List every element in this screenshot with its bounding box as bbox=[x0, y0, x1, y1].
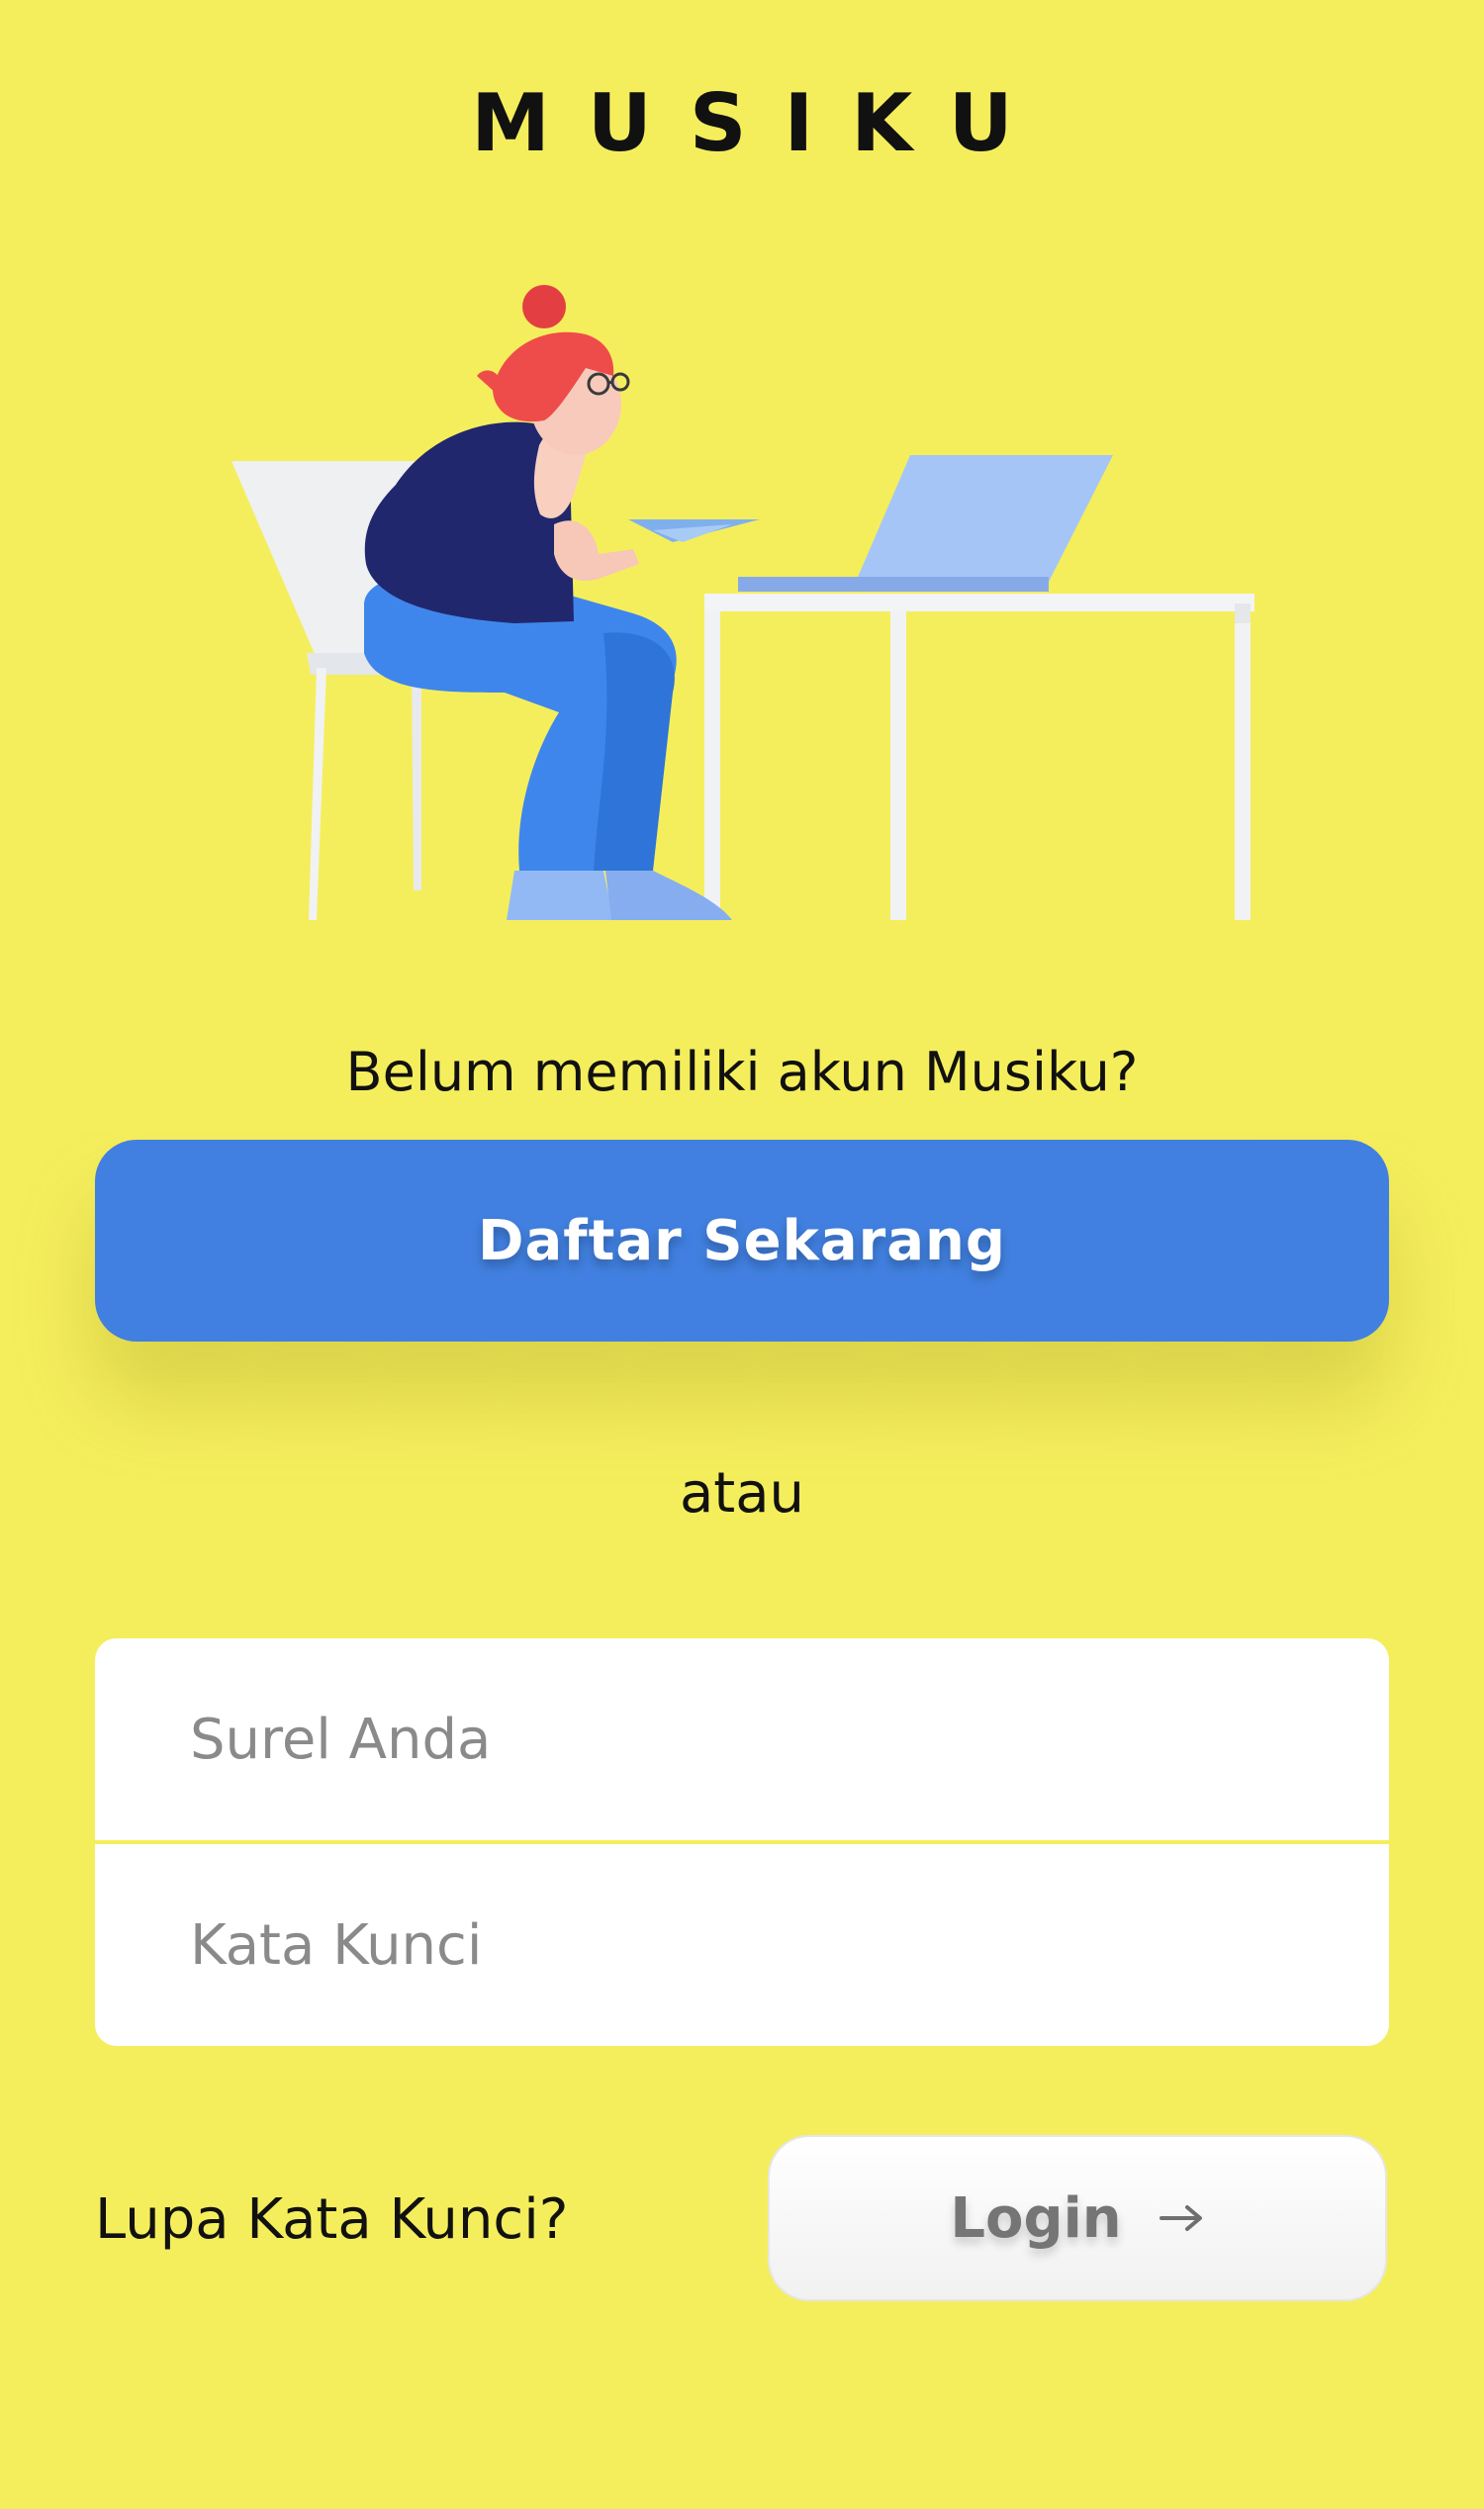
login-button[interactable]: Login bbox=[768, 2135, 1387, 2301]
email-input[interactable] bbox=[95, 1638, 1389, 1840]
woman-at-desk-illustration bbox=[232, 285, 1254, 920]
login-button-label: Login bbox=[950, 2185, 1122, 2251]
arrow-right-icon bbox=[1159, 2205, 1202, 2231]
password-input[interactable] bbox=[95, 1844, 1389, 2046]
forgot-password-link[interactable]: Lupa Kata Kunci? bbox=[95, 2181, 569, 2260]
login-form-card bbox=[95, 1638, 1389, 2046]
signup-prompt: Belum memiliki akun Musiku? bbox=[345, 1041, 1139, 1103]
signup-button[interactable]: Daftar Sekarang bbox=[95, 1140, 1389, 1342]
app-title: MUSIKU bbox=[471, 77, 1051, 169]
or-divider: atau bbox=[679, 1461, 805, 1526]
login-screen: MUSIKU Belum memiliki akun Musiku? Dafta… bbox=[0, 0, 1484, 2509]
